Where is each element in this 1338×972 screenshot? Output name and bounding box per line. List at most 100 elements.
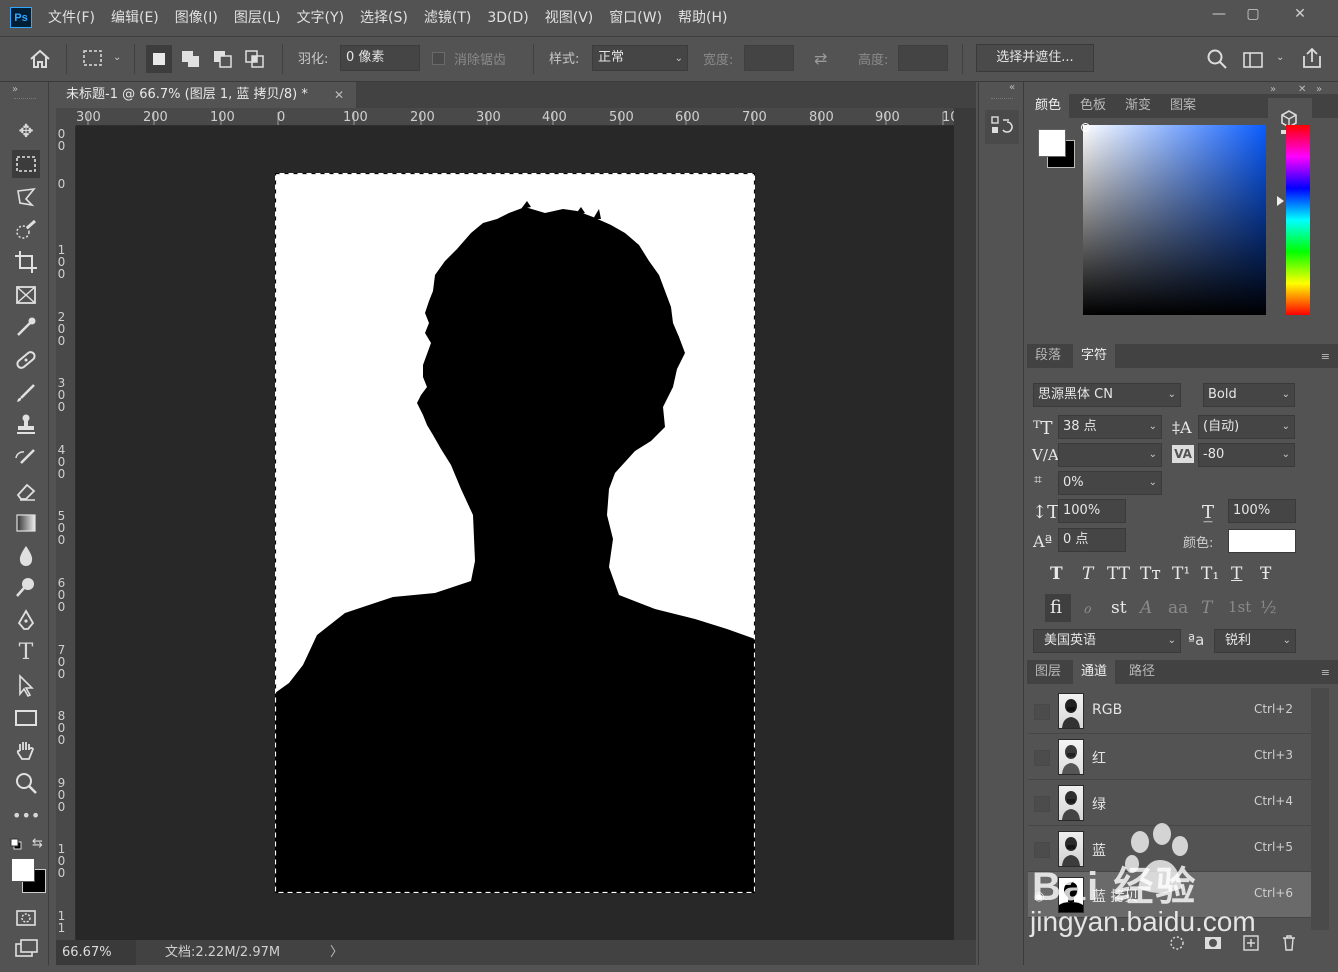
save-selection-icon[interactable] xyxy=(1203,934,1223,952)
faux-bold-button[interactable]: T xyxy=(1050,564,1063,584)
tab-channels[interactable]: 通道 xyxy=(1073,660,1116,684)
channel-row[interactable]: RGB Ctrl+2 xyxy=(1028,688,1311,734)
eyedropper-tool-icon[interactable] xyxy=(12,313,40,341)
new-selection-icon[interactable] xyxy=(146,45,172,73)
document-canvas[interactable] xyxy=(275,173,755,893)
load-selection-icon[interactable] xyxy=(1168,934,1186,952)
search-icon[interactable] xyxy=(1206,48,1228,70)
menu-help[interactable]: 帮助(H) xyxy=(678,0,734,36)
channels-scrollbar[interactable] xyxy=(1311,688,1329,930)
menu-filter[interactable]: 滤镜(T) xyxy=(424,0,478,36)
small-caps-button[interactable]: Tт xyxy=(1140,564,1161,584)
path-selection-tool-icon[interactable] xyxy=(12,672,40,700)
workspace-icon[interactable] xyxy=(1242,50,1266,70)
close-window-button[interactable]: ✕ xyxy=(1285,4,1315,24)
zoom-tool-icon[interactable] xyxy=(12,769,40,797)
menu-select[interactable]: 选择(S) xyxy=(360,0,415,36)
font-family-select[interactable]: 思源黑体 CN ⌄ xyxy=(1033,383,1181,407)
text-color-swatch[interactable] xyxy=(1228,529,1296,553)
swap-colors-icon[interactable]: ⇆ xyxy=(32,836,43,851)
tab-color[interactable]: 颜色 xyxy=(1027,94,1070,118)
underline-button[interactable]: T xyxy=(1231,564,1242,584)
color-panel-foreground-swatch[interactable] xyxy=(1038,129,1066,157)
menu-file[interactable]: 文件(F) xyxy=(48,0,102,36)
history-brush-tool-icon[interactable] xyxy=(12,444,40,472)
color-picker-cursor[interactable] xyxy=(1081,123,1090,132)
crop-tool-icon[interactable] xyxy=(12,248,40,276)
visibility-toggle[interactable] xyxy=(1034,842,1050,858)
foreground-color-swatch[interactable] xyxy=(11,858,35,882)
eraser-tool-icon[interactable] xyxy=(12,477,40,505)
chevron-down-icon[interactable]: ⌄ xyxy=(113,52,121,63)
subscript-button[interactable]: T₁ xyxy=(1201,564,1219,584)
tab-character[interactable]: 字符 xyxy=(1073,344,1116,368)
channel-row[interactable]: 绿 Ctrl+4 xyxy=(1028,780,1311,826)
all-caps-button[interactable]: TT xyxy=(1107,564,1130,584)
baseline-shift-input[interactable]: 0 点 xyxy=(1058,528,1126,552)
pen-tool-icon[interactable] xyxy=(12,607,40,635)
visibility-toggle[interactable] xyxy=(1034,750,1050,766)
intersect-selection-icon[interactable] xyxy=(242,45,268,73)
document-info[interactable]: 文档:2.22M/2.97M xyxy=(165,940,280,965)
vertical-scale-input[interactable]: 100% xyxy=(1058,499,1126,523)
swash-button[interactable]: A xyxy=(1140,598,1152,618)
channel-row[interactable]: 蓝 Ctrl+5 xyxy=(1028,826,1311,872)
style-select[interactable]: 正常 ⌄ xyxy=(592,45,688,71)
zoom-level-field[interactable]: 66.67% xyxy=(56,940,136,965)
fractions-button[interactable]: ½ xyxy=(1260,598,1276,618)
grip-icon[interactable] xyxy=(14,98,36,102)
visibility-toggle[interactable] xyxy=(1034,704,1050,720)
swap-dimensions-icon[interactable]: ⇄ xyxy=(814,49,827,68)
tab-patterns[interactable]: 图案 xyxy=(1162,94,1204,118)
ordinals-button[interactable]: 1st xyxy=(1228,598,1251,616)
new-channel-icon[interactable] xyxy=(1242,934,1260,952)
default-colors-icon[interactable] xyxy=(10,838,22,850)
menu-edit[interactable]: 编辑(E) xyxy=(111,0,166,36)
panel-menu-icon[interactable]: ≡ xyxy=(1321,350,1330,363)
leading-select[interactable]: (自动) ⌄ xyxy=(1198,415,1295,439)
minimize-button[interactable]: — xyxy=(1204,4,1234,24)
feather-input[interactable]: 0 像素 xyxy=(340,45,420,71)
tab-swatches[interactable]: 色板 xyxy=(1072,94,1114,118)
language-select[interactable]: 美国英语 ⌄ xyxy=(1033,629,1181,653)
stylistic-ligatures-button[interactable]: st xyxy=(1111,598,1127,618)
type-tool-icon[interactable]: T xyxy=(12,639,40,667)
menu-type[interactable]: 文字(Y) xyxy=(297,0,351,36)
hue-slider[interactable] xyxy=(1286,125,1310,315)
hand-tool-icon[interactable] xyxy=(12,737,40,765)
discretionary-ligatures-button[interactable]: ℴ xyxy=(1083,598,1091,618)
frame-tool-icon[interactable] xyxy=(12,281,40,309)
vertical-scrollbar[interactable] xyxy=(954,108,976,940)
rectangle-tool-icon[interactable] xyxy=(12,704,40,732)
menu-image[interactable]: 图像(I) xyxy=(175,0,225,36)
rect-marquee-preset-icon[interactable] xyxy=(82,48,104,68)
share-icon[interactable] xyxy=(1300,46,1324,70)
grip-icon[interactable] xyxy=(991,98,1013,102)
hue-slider-handle[interactable] xyxy=(1277,196,1284,206)
home-icon[interactable] xyxy=(28,48,52,70)
quick-selection-tool-icon[interactable] xyxy=(12,216,40,244)
tab-gradients[interactable]: 渐变 xyxy=(1117,94,1159,118)
properties-panel-icon[interactable] xyxy=(985,110,1019,144)
collapse-dock-icon[interactable]: « xyxy=(1009,82,1015,93)
menu-3d[interactable]: 3D(D) xyxy=(487,0,535,36)
ligatures-button[interactable]: ﬁ xyxy=(1045,594,1071,622)
quick-mask-icon[interactable] xyxy=(12,904,40,932)
antialias-checkbox[interactable] xyxy=(432,52,445,65)
panel-menu-icon[interactable]: ≡ xyxy=(1321,666,1330,679)
menu-view[interactable]: 视图(V) xyxy=(545,0,601,36)
channel-row[interactable]: 红 Ctrl+3 xyxy=(1028,734,1311,780)
horizontal-scale-input[interactable]: 100% xyxy=(1228,499,1296,523)
rect-marquee-tool-icon[interactable] xyxy=(12,150,40,178)
font-size-select[interactable]: 38 点 ⌄ xyxy=(1058,415,1162,439)
titling-alternates-button[interactable]: T xyxy=(1201,598,1212,618)
close-panel-icon[interactable]: ✕ xyxy=(1298,84,1306,95)
collapse-tools-icon[interactable]: » xyxy=(12,84,18,95)
tsume-select[interactable]: 0% ⌄ xyxy=(1058,471,1162,495)
subtract-selection-icon[interactable] xyxy=(210,45,236,73)
expand-panel-icon[interactable]: » xyxy=(1316,84,1322,95)
font-style-select[interactable]: Bold ⌄ xyxy=(1203,383,1295,407)
status-expand-icon[interactable]: 〉 xyxy=(330,940,343,965)
menu-window[interactable]: 窗口(W) xyxy=(609,0,669,36)
close-tab-icon[interactable]: ✕ xyxy=(334,82,344,108)
